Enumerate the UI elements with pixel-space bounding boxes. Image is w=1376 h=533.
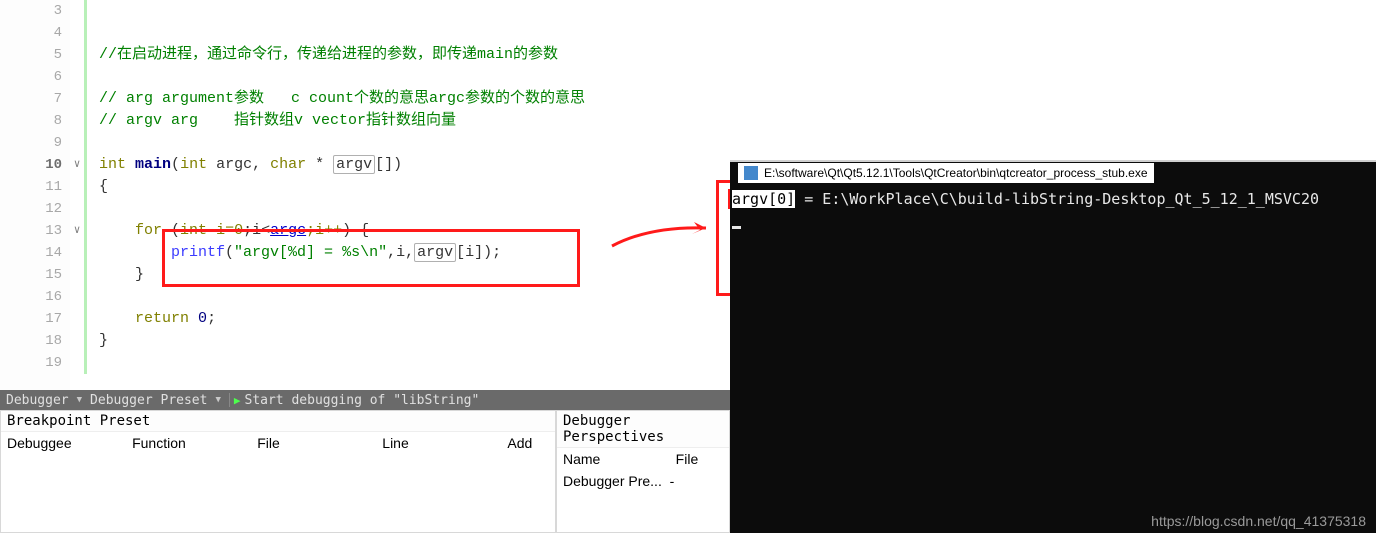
panel-title: Breakpoint Preset bbox=[1, 411, 555, 431]
play-icon[interactable]: ▶ bbox=[234, 394, 241, 407]
dropdown-icon[interactable]: ▼ bbox=[211, 395, 224, 405]
comment: // arg argument参数 c count个数的意思argc参数的个数的… bbox=[99, 90, 585, 107]
row-name: Debugger Pre... bbox=[563, 473, 670, 489]
console-titlebar: E:\software\Qt\Qt5.12.1\Tools\QtCreator\… bbox=[738, 163, 1154, 183]
fold-column: ∨ ∨ bbox=[70, 0, 84, 390]
watermark: https://blog.csdn.net/qq_41375318 bbox=[1151, 513, 1366, 529]
fold-indicator-icon[interactable]: ∨ bbox=[70, 220, 84, 242]
debugger-label: Debugger bbox=[6, 393, 69, 408]
breakpoint-preset-panel: Breakpoint Preset Debuggee Function File… bbox=[0, 410, 556, 533]
console-output: argv[0] = E:\WorkPlace\C\build-libString… bbox=[732, 189, 1319, 229]
panel-title: Debugger Perspectives bbox=[557, 411, 729, 447]
code-text-area[interactable]: //在启动进程，通过命令行，传递给进程的参数，即传递main的参数 // arg… bbox=[87, 0, 730, 390]
debugger-toolbar: Debugger ▼ Debugger Preset ▼ ▶ Start deb… bbox=[0, 390, 730, 410]
app-icon bbox=[744, 166, 758, 180]
col-header[interactable]: Line bbox=[376, 435, 501, 451]
param-argv: argv bbox=[333, 155, 375, 174]
col-header[interactable]: File bbox=[251, 435, 376, 451]
start-debugging-button[interactable]: Start debugging of "libString" bbox=[245, 393, 480, 408]
fold-indicator-icon[interactable]: ∨ bbox=[70, 154, 84, 176]
comment: //在启动进程，通过命令行，传递给进程的参数，即传递main的参数 bbox=[99, 46, 558, 63]
col-header[interactable]: File bbox=[670, 451, 729, 467]
code-editor[interactable]: 3456789 10 111213141516171819 ∨ ∨ //在启动进… bbox=[0, 0, 730, 390]
table-row[interactable]: Debugger Pre... - bbox=[557, 470, 729, 492]
table-header: Name File bbox=[557, 447, 729, 470]
col-header[interactable]: Function bbox=[126, 435, 251, 451]
console-title-text: E:\software\Qt\Qt5.12.1\Tools\QtCreator\… bbox=[764, 166, 1148, 180]
col-header[interactable]: Add bbox=[501, 435, 555, 451]
comment: // argv arg 指针数组v vector指针数组向量 bbox=[99, 112, 456, 129]
col-header[interactable]: Name bbox=[557, 451, 670, 467]
debugger-perspectives-panel: Debugger Perspectives Name File Debugger… bbox=[556, 410, 730, 533]
cursor-icon bbox=[732, 226, 741, 229]
col-header[interactable]: Debuggee bbox=[1, 435, 126, 451]
line-number-gutter: 3456789 10 111213141516171819 bbox=[0, 0, 70, 390]
debugger-preset-selector[interactable]: Debugger Preset bbox=[90, 393, 207, 408]
dropdown-icon[interactable]: ▼ bbox=[73, 395, 86, 405]
row-file: - bbox=[670, 473, 723, 489]
table-header: Debuggee Function File Line Add bbox=[1, 431, 555, 454]
